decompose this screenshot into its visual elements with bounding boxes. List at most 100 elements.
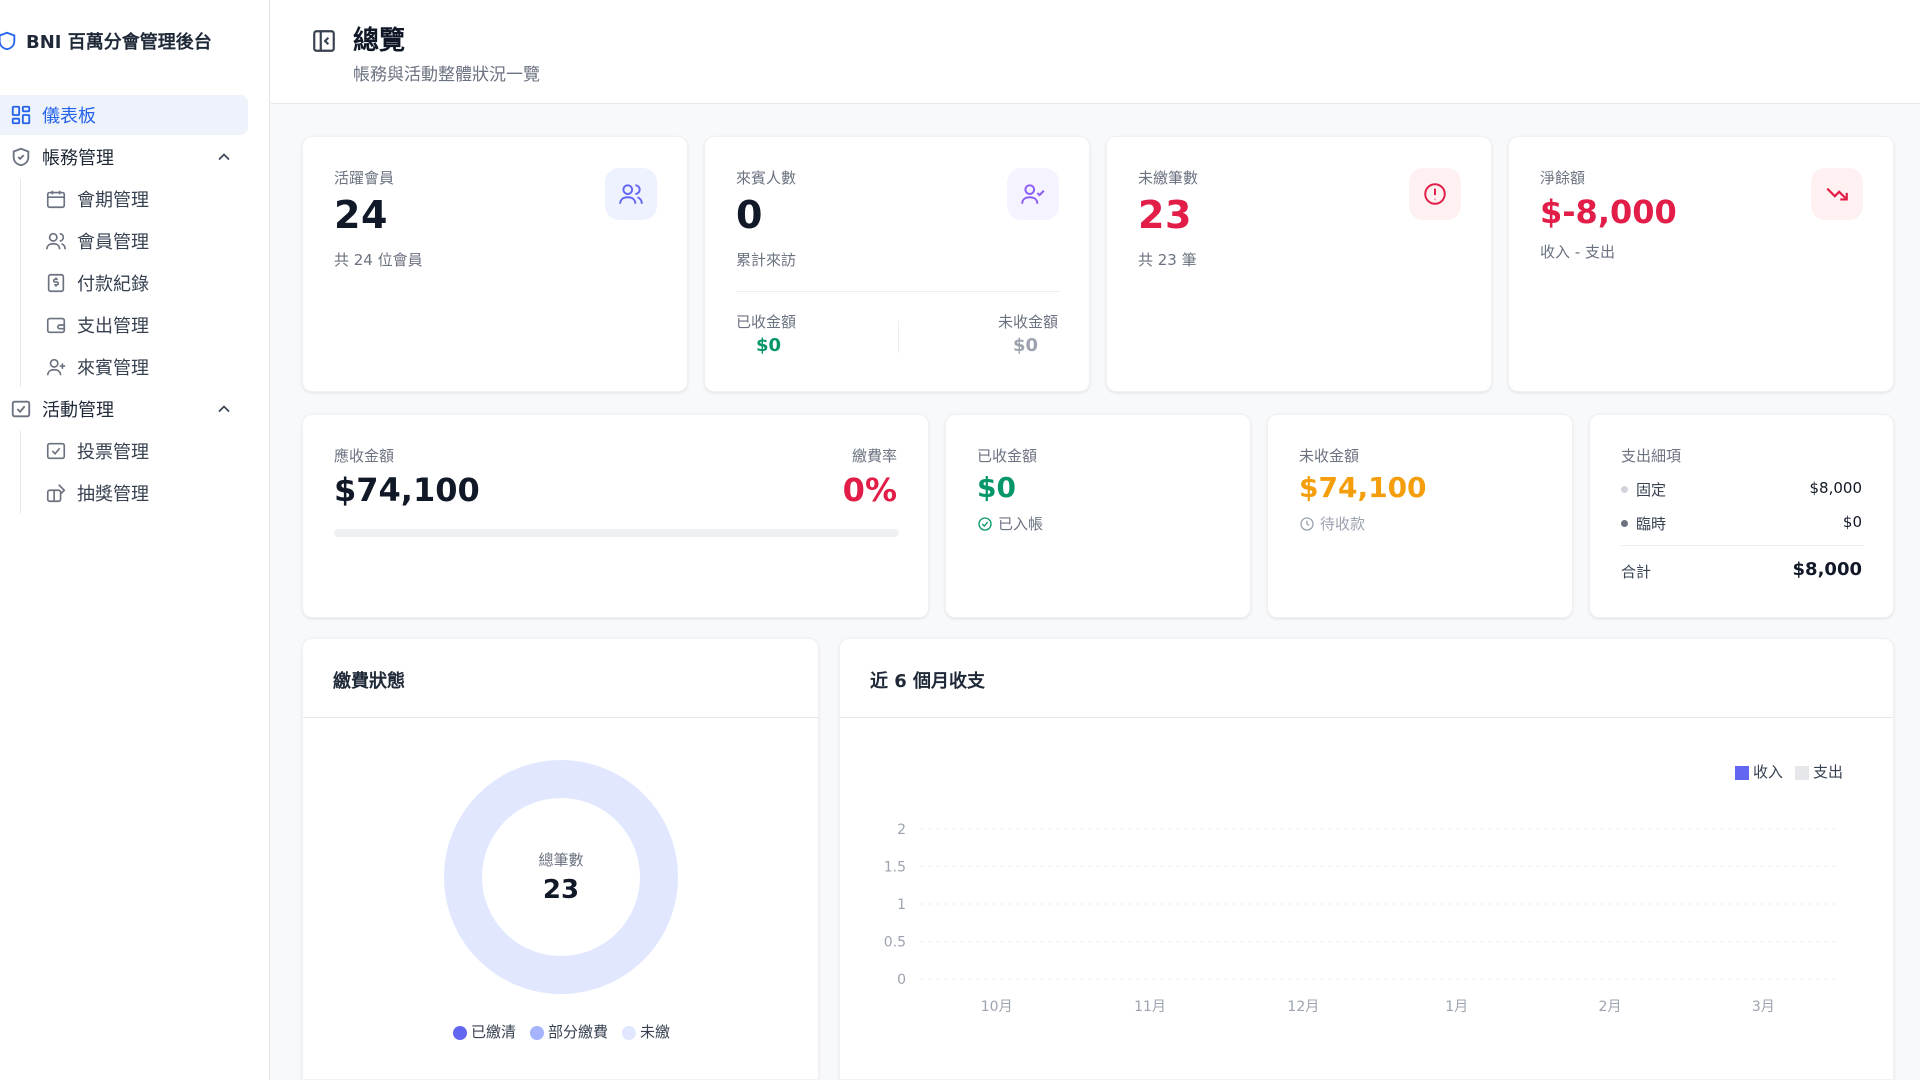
card-label: 應收金額 bbox=[334, 447, 395, 465]
sidebar-item-label: 抽獎管理 bbox=[77, 484, 149, 505]
x-tick-label: 3月 bbox=[1752, 999, 1775, 1015]
brand-title: BNI 百萬分會管理後台 bbox=[26, 32, 212, 53]
progress-track bbox=[334, 529, 899, 537]
section-title: 繳費狀態 bbox=[333, 671, 405, 692]
card-label: 未繳筆數 bbox=[1138, 169, 1199, 187]
card-label: 活躍會員 bbox=[334, 169, 395, 187]
sidebar-item-expenses[interactable]: 支出管理 bbox=[21, 305, 248, 345]
total-value: $8,000 bbox=[1792, 559, 1862, 580]
check-circle-icon bbox=[978, 516, 992, 531]
received-value: $0 bbox=[756, 335, 782, 356]
x-tick-label: 12月 bbox=[1287, 999, 1319, 1015]
x-tick-label: 11月 bbox=[1134, 999, 1166, 1015]
legend-swatch bbox=[1794, 765, 1809, 780]
sidebar-subnav-events: 投票管理 抽獎管理 bbox=[20, 431, 248, 513]
legend-label: 未繳 bbox=[640, 1023, 671, 1041]
card-receivable: 應收金額 $74,100 繳費率 0% bbox=[302, 414, 929, 618]
legend-label: 收入 bbox=[1752, 763, 1783, 781]
shield-check-icon bbox=[10, 146, 32, 168]
legend-item[interactable]: 收入 bbox=[1734, 761, 1783, 782]
bullet bbox=[1621, 486, 1628, 493]
card-label: 未收金額 bbox=[1299, 447, 1360, 465]
sidebar-item-voting[interactable]: 投票管理 bbox=[21, 431, 248, 471]
donut-center-value: 23 bbox=[542, 875, 580, 905]
card-label: 淨餘額 bbox=[1540, 169, 1586, 187]
sidebar-item-label: 投票管理 bbox=[77, 442, 149, 463]
sidebar-item-label: 來賓管理 bbox=[77, 358, 149, 379]
expense-row-fixed: 固定 bbox=[1621, 479, 1666, 500]
card-pending: 未收金額 $74,100 待收款 bbox=[1267, 414, 1573, 618]
unpaid-label: 未收金額 bbox=[997, 313, 1058, 331]
card-divider bbox=[1621, 545, 1864, 546]
sidebar-group-events[interactable]: 活動管理 bbox=[0, 389, 248, 429]
legend-swatch bbox=[622, 1025, 636, 1040]
users-icon bbox=[45, 230, 67, 252]
sidebar-item-label: 會員管理 bbox=[77, 232, 149, 253]
bullet bbox=[1621, 520, 1628, 527]
y-tick-label: 1.5 bbox=[884, 860, 906, 876]
status-badge: 待收款 bbox=[1299, 513, 1365, 534]
legend-item[interactable]: 已繳清 bbox=[452, 1021, 516, 1042]
rate-label: 繳費率 bbox=[851, 447, 897, 465]
card-net-balance: 淨餘額 $-8,000 收入 - 支出 bbox=[1508, 136, 1894, 392]
trending-down-icon bbox=[1811, 168, 1863, 220]
y-tick-label: 0.5 bbox=[884, 935, 906, 951]
card-divider bbox=[736, 291, 1060, 292]
chevron-up-icon[interactable] bbox=[214, 147, 234, 167]
legend-swatch bbox=[452, 1025, 467, 1040]
receipt-dollar-icon bbox=[45, 272, 67, 294]
legend-item[interactable]: 部分繳費 bbox=[529, 1021, 608, 1042]
page-title: 總覽 bbox=[353, 26, 406, 56]
card-value: 24 bbox=[334, 193, 388, 237]
x-tick-label: 2月 bbox=[1599, 999, 1622, 1015]
expense-label: 臨時 bbox=[1636, 515, 1667, 533]
section-divider bbox=[840, 717, 1893, 718]
card-label: 已收金額 bbox=[977, 447, 1038, 465]
card-expense-breakdown: 支出細項 固定 $8,000 臨時 $0 合計 $8,000 bbox=[1589, 414, 1894, 618]
card-value: $0 bbox=[977, 471, 1016, 504]
sidebar-subnav-accounts: 會期管理 會員管理 付款紀錄 支出管理 來賓管理 bbox=[20, 179, 248, 387]
user-check-icon bbox=[1007, 168, 1059, 220]
sidebar-item-label: 支出管理 bbox=[77, 316, 149, 337]
card-active-members: 活躍會員 24 共 24 位會員 bbox=[302, 136, 688, 392]
received-label: 已收金額 bbox=[736, 313, 797, 331]
card-guests: 來賓人數 0 累計來訪 已收金額 $0 未收金額 $0 bbox=[704, 136, 1090, 392]
card-note: 共 24 位會員 bbox=[334, 251, 423, 269]
legend-label: 支出 bbox=[1812, 763, 1843, 781]
card-value: $74,100 bbox=[334, 471, 480, 509]
sidebar-toggle-icon[interactable] bbox=[311, 28, 337, 54]
legend-item[interactable]: 支出 bbox=[1794, 761, 1843, 782]
card-received: 已收金額 $0 已入帳 bbox=[945, 414, 1251, 618]
sidebar-group-accounts[interactable]: 帳務管理 bbox=[0, 137, 248, 177]
sidebar: BNI 百萬分會管理後台 儀表板 帳務管理 會期管理 會員管理 付款紀錄 支出管… bbox=[0, 0, 270, 1080]
calendar-icon bbox=[45, 188, 67, 210]
expense-value: $8,000 bbox=[1809, 479, 1863, 497]
sidebar-item-guests[interactable]: 來賓管理 bbox=[21, 347, 248, 387]
sidebar-item-lottery[interactable]: 抽獎管理 bbox=[21, 473, 248, 513]
sidebar-item-dashboard[interactable]: 儀表板 bbox=[0, 95, 248, 135]
brand[interactable]: BNI 百萬分會管理後台 bbox=[0, 26, 212, 56]
check-square-icon bbox=[10, 398, 32, 420]
sidebar-item-payments[interactable]: 付款紀錄 bbox=[21, 263, 248, 303]
chevron-up-icon[interactable] bbox=[214, 399, 234, 419]
sidebar-item-sessions[interactable]: 會期管理 bbox=[21, 179, 248, 219]
card-monthly-chart: 近 6 個月收支 收入 支出 2 1.5 1 0.5 0 10月 11月 12月 1月 2月 3月 bbox=[839, 638, 1894, 1080]
donut-center-label: 總筆數 bbox=[538, 851, 584, 869]
card-label: 支出細項 bbox=[1621, 447, 1682, 465]
y-tick-label: 1 bbox=[897, 897, 906, 913]
y-tick-label: 2 bbox=[897, 822, 906, 838]
user-plus-icon bbox=[45, 356, 67, 378]
section-divider bbox=[303, 717, 818, 718]
unpaid-value: $0 bbox=[1012, 335, 1038, 356]
card-label: 來賓人數 bbox=[736, 169, 797, 187]
y-tick-label: 0 bbox=[897, 972, 906, 988]
users-icon bbox=[605, 168, 657, 220]
card-note: 共 23 筆 bbox=[1138, 251, 1197, 269]
status-badge: 已入帳 bbox=[977, 513, 1043, 534]
sidebar-item-members[interactable]: 會員管理 bbox=[21, 221, 248, 261]
dashboard-icon bbox=[10, 104, 32, 126]
rate-value: 0% bbox=[842, 471, 897, 509]
legend-item[interactable]: 未繳 bbox=[622, 1021, 670, 1042]
legend-swatch bbox=[1734, 765, 1749, 780]
sidebar-item-label: 付款紀錄 bbox=[77, 274, 149, 295]
